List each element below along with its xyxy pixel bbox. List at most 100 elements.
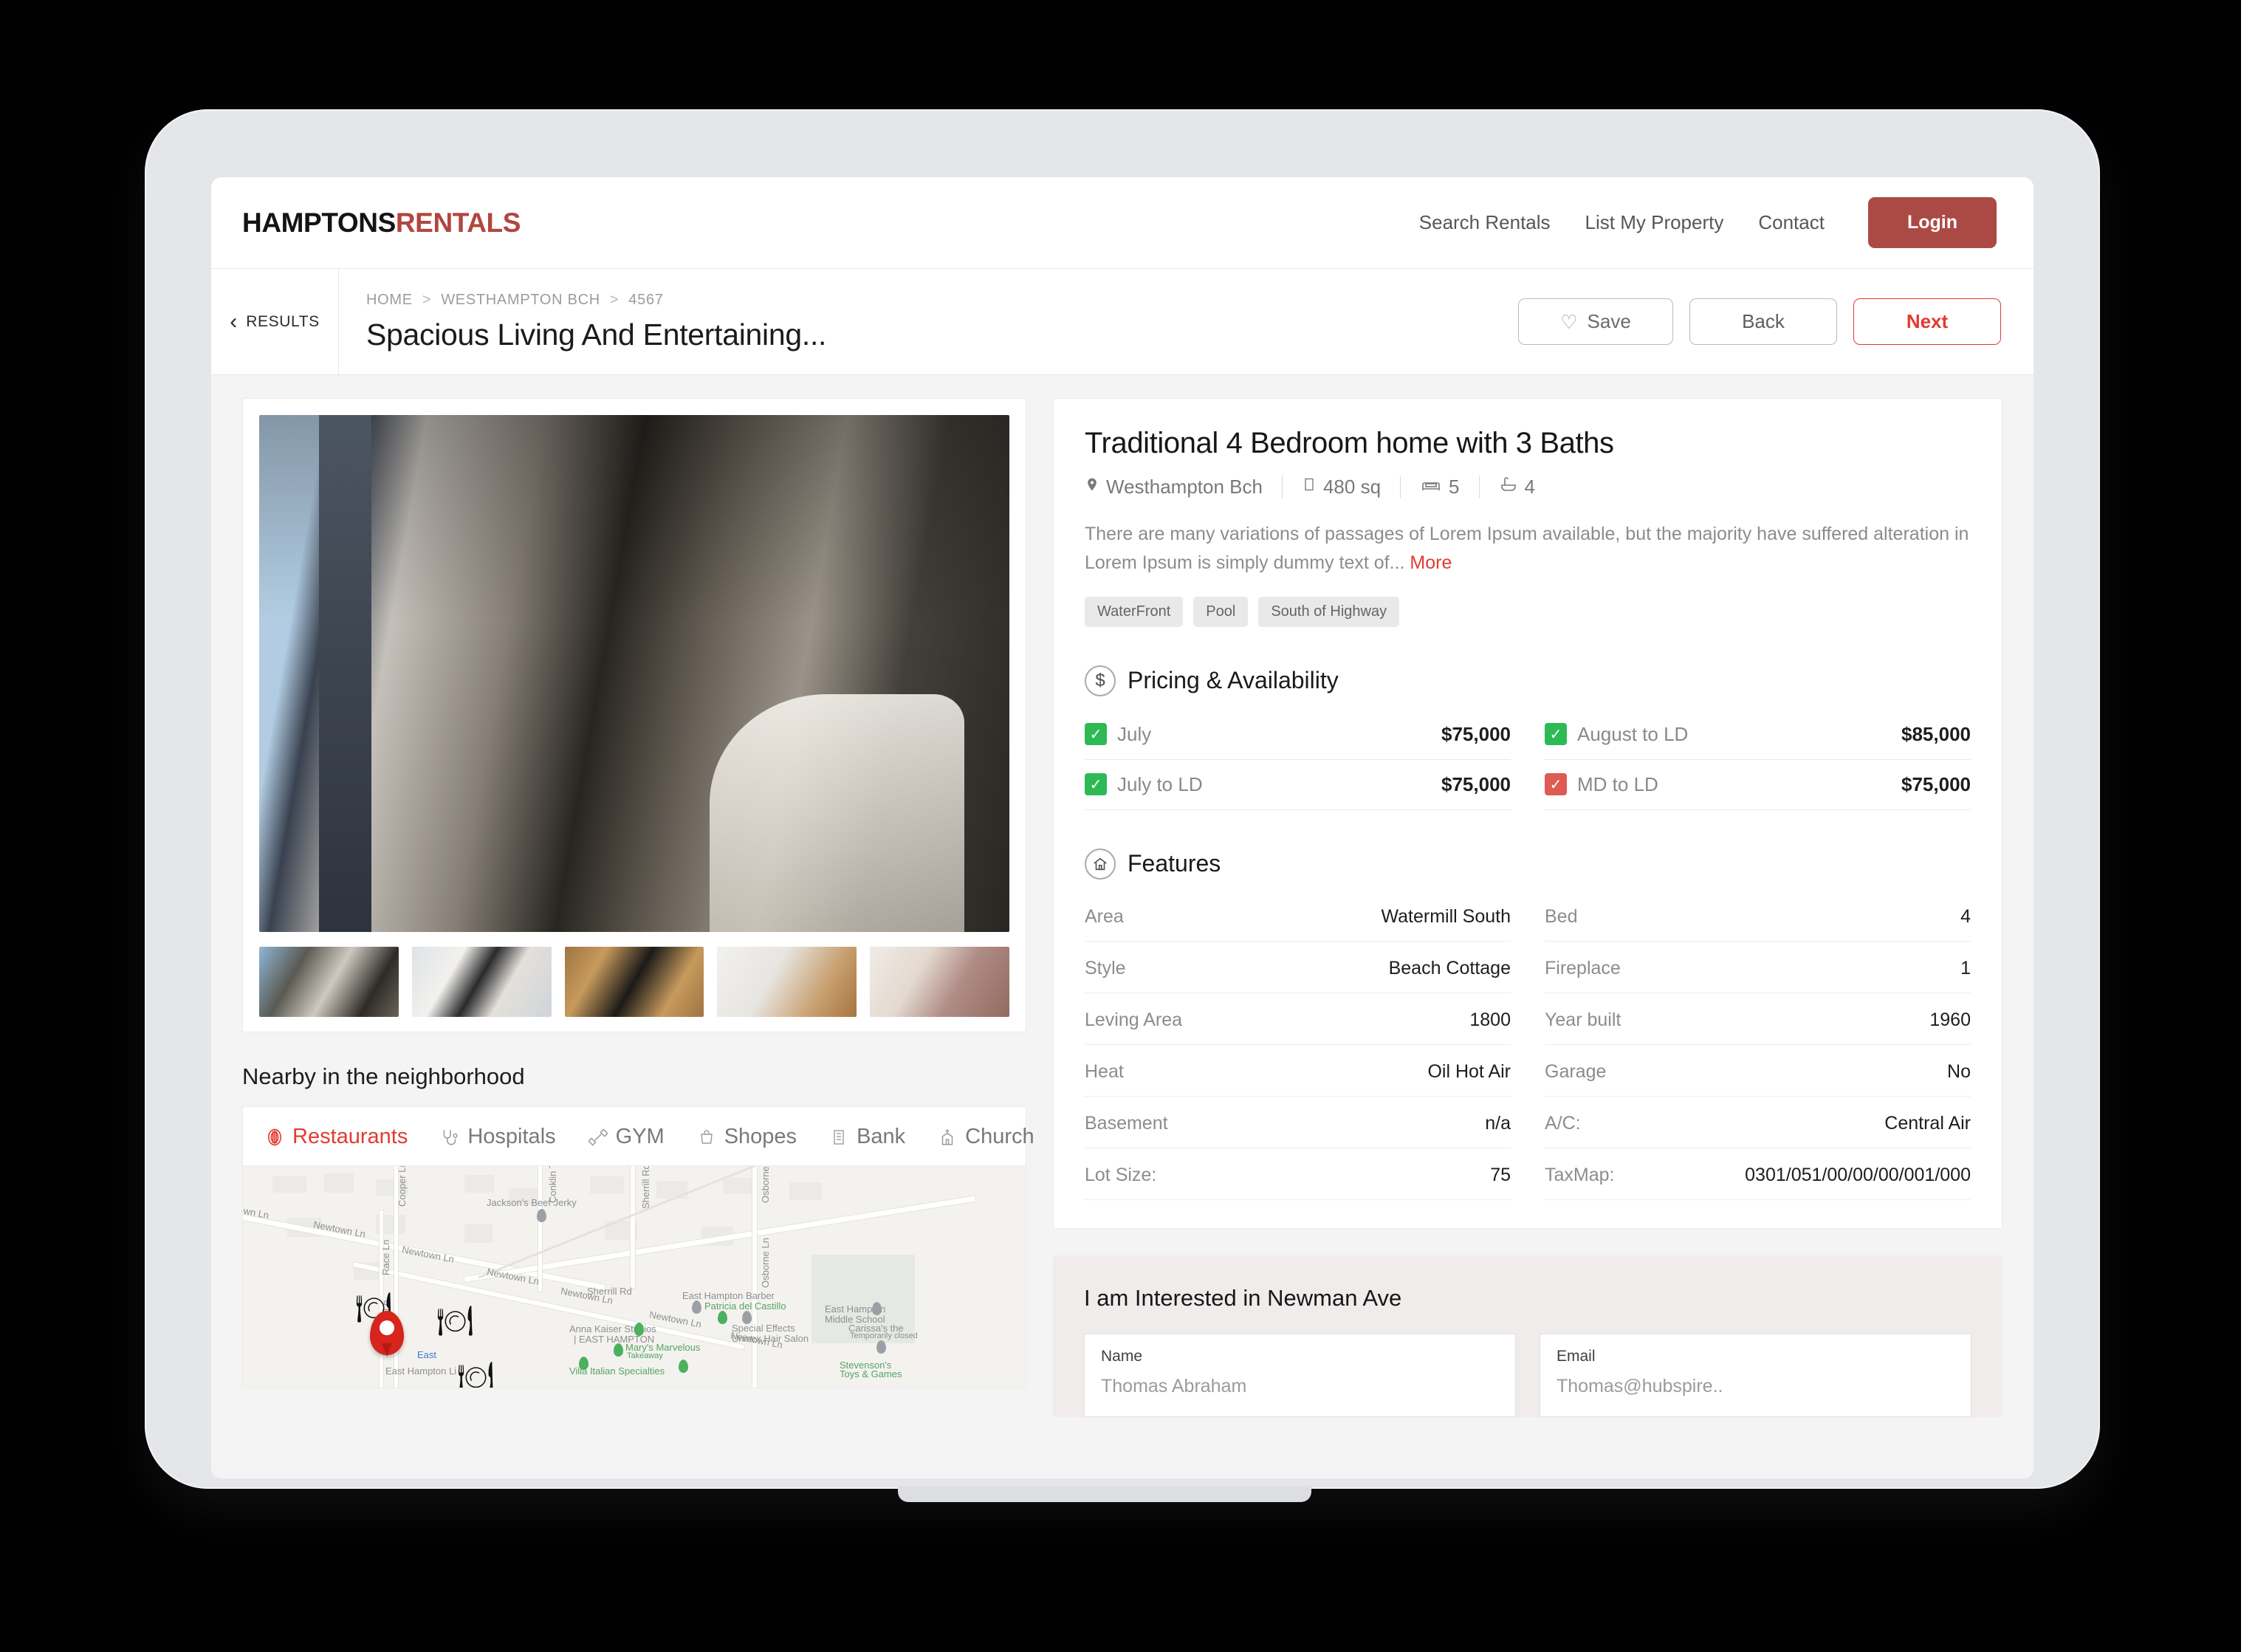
feature-value: Beach Cottage <box>1388 957 1511 978</box>
feature-label: Leving Area <box>1085 1009 1183 1030</box>
feature-row: Area Watermill South <box>1085 890 1511 942</box>
map-pin-icon <box>718 1311 727 1324</box>
interest-form-title: I am Interested in Newman Ave <box>1084 1284 1402 1311</box>
tag-pill-south-of-highway[interactable]: South of Highway <box>1258 596 1400 627</box>
map-pin-icon <box>872 1302 882 1315</box>
header-action-buttons: ♡ Save Back Next <box>1518 269 2034 374</box>
availability-checkbox-icon[interactable]: ✓ <box>1085 773 1107 795</box>
meta-area-value: 480 sq <box>1322 476 1382 498</box>
tab-hospitals[interactable]: Hospitals <box>439 1125 556 1149</box>
feature-row: Basement n/a <box>1085 1097 1511 1148</box>
pricing-row-value: $75,000 <box>1441 722 1511 745</box>
map-street-label: Race Ln <box>380 1239 391 1275</box>
next-button[interactable]: Next <box>1853 298 2001 345</box>
feature-label: Garage <box>1545 1060 1607 1082</box>
thumbnail-2[interactable] <box>411 947 552 1017</box>
brand-logo[interactable]: HAMPTONSRENTALS <box>242 208 521 239</box>
shopping-bag-icon <box>696 1126 718 1148</box>
tab-restaurants-label: Restaurants <box>292 1125 408 1148</box>
brand-part-one: HAMPTONS <box>242 207 396 238</box>
thumbnail-5[interactable] <box>870 947 1009 1017</box>
hero-image[interactable] <box>259 415 1009 932</box>
name-field[interactable]: Name Thomas Abraham <box>1084 1333 1516 1417</box>
breadcrumb-separator: > <box>609 291 620 308</box>
tab-gym[interactable]: GYM <box>587 1125 665 1149</box>
meta-beds: 5 <box>1400 476 1460 498</box>
screen: HAMPTONSRENTALS Search Rentals List My P… <box>211 177 2034 1478</box>
breadcrumb-item-id[interactable]: 4567 <box>628 292 663 309</box>
thumbnail-4[interactable] <box>717 947 857 1017</box>
map-place-label: Special Effects <box>732 1323 795 1334</box>
pricing-row[interactable]: ✓ August to LD $85,000 <box>1545 710 1971 760</box>
tab-bank-label: Bank <box>857 1125 906 1148</box>
read-more-link[interactable]: More <box>1410 552 1452 573</box>
neighborhood-section: Nearby in the neighborhood Restaurants H… <box>242 1063 1034 1388</box>
interest-form-card: I am Interested in Newman Ave Name Thoma… <box>1053 1255 2003 1417</box>
property-meta-row: Westhampton Bch 480 sq 5 4 <box>1085 475 1971 499</box>
feature-row: Year built 1960 <box>1545 993 1971 1045</box>
breadcrumb-item-westhampton[interactable]: WESTHAMPTON BCH <box>441 292 600 309</box>
top-navigation-bar: HAMPTONSRENTALS Search Rentals List My P… <box>211 177 2034 268</box>
email-field-label: Email <box>1557 1347 1596 1365</box>
pricing-row-value: $75,000 <box>1441 772 1511 795</box>
feature-label: A/C: <box>1545 1112 1581 1134</box>
map-pin-icon <box>537 1209 546 1222</box>
image-gallery-card <box>242 398 1026 1032</box>
nav-links-group: Search Rentals List My Property Contact … <box>1419 197 1997 248</box>
tab-bank[interactable]: Bank <box>828 1125 905 1149</box>
home-circle-icon <box>1085 848 1116 880</box>
neighborhood-map[interactable]: town Ln Newtown Ln Newtown Ln Newtown Ln… <box>243 1166 1026 1388</box>
feature-row: TaxMap: 0301/051/00/00/00/001/000 <box>1545 1148 1971 1200</box>
feature-row: A/C: Central Air <box>1545 1097 1971 1148</box>
pricing-row[interactable]: ✓ July to LD $75,000 <box>1085 760 1511 810</box>
bathtub-icon <box>1499 476 1518 498</box>
tab-shopes[interactable]: Shopes <box>696 1125 797 1149</box>
location-pin-icon <box>1085 475 1099 499</box>
nav-link-contact[interactable]: Contact <box>1758 211 1825 234</box>
map-pin-icon <box>579 1357 588 1370</box>
feature-label: Year built <box>1545 1009 1621 1030</box>
restaurant-marker-icon: 🍽 <box>436 1305 474 1337</box>
tab-church-label: Church <box>965 1125 1034 1148</box>
nav-link-list-my-property[interactable]: List My Property <box>1585 211 1724 234</box>
pricing-row[interactable]: ✓ July $75,000 <box>1085 710 1511 760</box>
tab-church[interactable]: Church <box>936 1125 1034 1149</box>
feature-value: Watermill South <box>1381 905 1511 927</box>
pricing-row-label: July <box>1117 722 1152 745</box>
feature-row: Fireplace 1 <box>1545 942 1971 993</box>
feature-value: 1960 <box>1929 1009 1971 1030</box>
tab-restaurants[interactable]: Restaurants <box>264 1125 408 1149</box>
availability-checkbox-icon[interactable]: ✓ <box>1545 773 1567 795</box>
thumbnail-3[interactable] <box>564 947 704 1017</box>
save-button[interactable]: ♡ Save <box>1518 298 1673 345</box>
back-button[interactable]: Back <box>1689 298 1837 345</box>
thumbnail-1[interactable] <box>259 947 399 1017</box>
map-street-label: Cooper Ln <box>397 1166 408 1207</box>
availability-checkbox-icon[interactable]: ✓ <box>1085 723 1107 745</box>
breadcrumb-item-home[interactable]: HOME <box>366 292 413 309</box>
map-pin-icon <box>614 1343 623 1357</box>
selected-location-pin-icon <box>370 1311 404 1357</box>
breadcrumb-and-title: HOME > WESTHAMPTON BCH > 4567 Spacious L… <box>339 269 1518 374</box>
dollar-circle-icon: $ <box>1085 665 1116 696</box>
map-street-label: Newtown Ln <box>401 1244 456 1265</box>
pricing-section-header: $ Pricing & Availability <box>1085 665 1971 696</box>
property-detail-card: Traditional 4 Bedroom home with 3 Baths … <box>1053 398 2003 1229</box>
brand-part-two: RENTALS <box>395 207 521 238</box>
name-field-value: Thomas Abraham <box>1101 1375 1247 1396</box>
pricing-row[interactable]: ✓ MD to LD $75,000 <box>1545 760 1971 810</box>
map-pin-icon <box>876 1340 886 1354</box>
availability-checkbox-icon[interactable]: ✓ <box>1545 723 1567 745</box>
nav-link-search-rentals[interactable]: Search Rentals <box>1419 211 1551 234</box>
pricing-grid: ✓ July $75,000 ✓ August to LD $85,000 ✓ … <box>1085 710 1971 810</box>
map-place-label: Temporarily closed <box>850 1331 918 1340</box>
back-to-results-button[interactable]: ‹ RESULTS <box>211 269 339 374</box>
neighborhood-card: Restaurants Hospitals GYM Shopes Bank Ch… <box>242 1106 1034 1388</box>
tag-pill-waterfront[interactable]: WaterFront <box>1085 596 1184 627</box>
thumbnail-strip <box>259 947 1009 1017</box>
map-pin-icon <box>742 1311 752 1324</box>
email-field[interactable]: Email Thomas@hubspire.. <box>1540 1333 1971 1417</box>
left-column: Nearby in the neighborhood Restaurants H… <box>242 398 1034 1478</box>
login-button[interactable]: Login <box>1867 197 1997 248</box>
tag-pill-pool[interactable]: Pool <box>1193 596 1249 627</box>
